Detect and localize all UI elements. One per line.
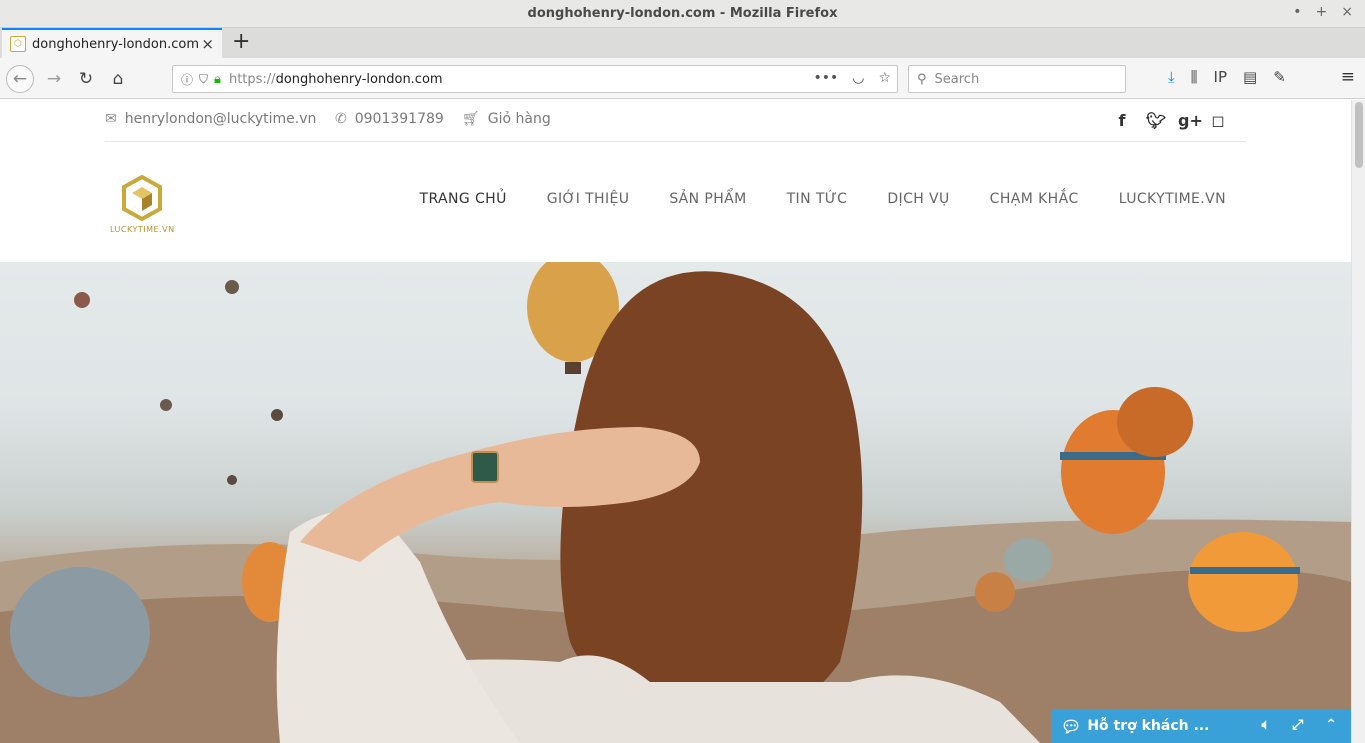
reload-button[interactable]: ↻: [72, 65, 100, 93]
search-bar[interactable]: ⚲ Search: [908, 65, 1126, 93]
email-text: henrylondon@luckytime.vn: [124, 111, 317, 127]
forward-button[interactable]: →: [40, 65, 68, 93]
tab-title: donghohenry-london.com: [32, 36, 200, 52]
phone-contact[interactable]: ✆ 0901391789: [335, 111, 444, 127]
cart-link[interactable]: 🛒︎ Giỏ hàng: [462, 111, 551, 127]
social-links: f 🐦︎ g+ ◻: [1114, 111, 1226, 130]
phone-text: 0901391789: [354, 111, 444, 127]
page-actions-icon[interactable]: •••: [813, 70, 838, 86]
chat-bubble-icon: 💬︎: [1061, 716, 1082, 736]
nav-about[interactable]: GIỚI THIỆU: [547, 191, 630, 207]
nav-home[interactable]: TRANG CHỦ: [420, 191, 507, 207]
web-page: ✉ henrylondon@luckytime.vn ✆ 0901391789 …: [0, 100, 1351, 743]
home-button[interactable]: ⌂: [104, 65, 132, 93]
window-titlebar: donghohenry-london.com - Mozilla Firefox…: [0, 0, 1365, 28]
pocket-icon[interactable]: ◡: [852, 70, 864, 86]
lock-icon[interactable]: 🔒︎: [214, 72, 221, 87]
search-placeholder: Search: [934, 71, 980, 87]
search-icon: ⚲: [917, 71, 927, 87]
nav-luckytime[interactable]: LUCKYTIME.VN: [1119, 191, 1226, 207]
tracking-shield-icon[interactable]: ⛉: [199, 72, 208, 87]
scrollbar-thumb[interactable]: [1355, 102, 1363, 168]
url-bar[interactable]: ⓘ ⛉ 🔒︎ https:// donghohenry-london.com •…: [172, 65, 898, 93]
nav-services[interactable]: DỊCH VỤ: [887, 191, 949, 207]
extension-icon[interactable]: ✎: [1273, 68, 1286, 86]
facebook-icon[interactable]: f: [1114, 111, 1130, 130]
main-navigation: TRANG CHỦ GIỚI THIỆU SẢN PHẨM TIN TỨC DỊ…: [420, 191, 1226, 207]
url-host: donghohenry-london.com: [275, 71, 443, 87]
nav-products[interactable]: SẢN PHẨM: [669, 191, 746, 207]
hero-banner-image: [0, 262, 1351, 743]
maximize-button[interactable]: +: [1316, 4, 1328, 20]
sidebar-icon[interactable]: ▤: [1243, 68, 1257, 86]
window-title: donghohenry-london.com - Mozilla Firefox: [527, 6, 838, 21]
bookmark-star-icon[interactable]: ☆: [878, 70, 891, 86]
minimize-button[interactable]: •: [1293, 4, 1301, 20]
sound-icon[interactable]: 🔈︎: [1262, 717, 1270, 733]
library-icon[interactable]: ⫼: [1191, 68, 1198, 86]
navigation-toolbar: ← → ↻ ⌂ ⓘ ⛉ 🔒︎ https:// donghohenry-lond…: [0, 58, 1365, 99]
toolbar-icons: ⤓ ⫼ IP ▤ ✎: [1168, 68, 1286, 86]
window-controls: • + ×: [1293, 4, 1353, 20]
downloads-icon[interactable]: ⤓: [1168, 68, 1175, 86]
hamburger-menu-icon[interactable]: ≡: [1341, 67, 1355, 87]
close-window-button[interactable]: ×: [1341, 4, 1353, 20]
site-logo[interactable]: LUCKYTIME.VN: [110, 173, 174, 237]
google-plus-icon[interactable]: g+: [1178, 111, 1203, 130]
nav-news[interactable]: TIN TỨC: [787, 191, 848, 207]
nav-engraving[interactable]: CHẠM KHẮC: [990, 191, 1079, 207]
chevron-up-icon[interactable]: ⌃: [1325, 717, 1337, 733]
phone-icon: ✆: [335, 111, 347, 127]
site-header: LUCKYTIME.VN TRANG CHỦ GIỚI THIỆU SẢN PH…: [0, 143, 1351, 261]
site-topbar: ✉ henrylondon@luckytime.vn ✆ 0901391789 …: [105, 100, 1246, 142]
hexagon-logo-icon: [122, 174, 162, 222]
back-button[interactable]: ←: [6, 65, 34, 93]
hero-illustration: [0, 262, 1351, 743]
cart-icon: 🛒︎: [462, 111, 480, 127]
chat-controls: 🔈︎ ⤢ ⌃: [1262, 717, 1337, 733]
logo-text: LUCKYTIME.VN: [110, 225, 175, 234]
instagram-icon[interactable]: ◻: [1210, 111, 1226, 130]
email-contact[interactable]: ✉ henrylondon@luckytime.vn: [105, 111, 316, 127]
twitter-icon[interactable]: 🐦︎: [1146, 111, 1166, 130]
chat-label: Hỗ trợ khách ...: [1087, 718, 1210, 734]
url-protocol: https://: [228, 71, 276, 87]
info-icon[interactable]: ⓘ: [181, 71, 193, 88]
tab-close-button[interactable]: ×: [201, 35, 214, 53]
tab-bar: ⬡ donghohenry-london.com × +: [0, 28, 1365, 58]
urlbar-actions: ••• ◡ ☆: [813, 70, 891, 86]
tab-active[interactable]: ⬡ donghohenry-london.com ×: [2, 28, 222, 58]
new-tab-button[interactable]: +: [232, 29, 250, 54]
cart-text: Giỏ hàng: [487, 111, 551, 127]
page-scrollbar[interactable]: [1351, 100, 1365, 743]
ip-addon-icon[interactable]: IP: [1214, 68, 1227, 86]
site-favicon-icon: ⬡: [10, 36, 26, 52]
envelope-icon: ✉: [105, 111, 117, 127]
expand-icon[interactable]: ⤢: [1292, 717, 1303, 733]
support-chat-widget[interactable]: 💬︎ Hỗ trợ khách ... 🔈︎ ⤢ ⌃: [1051, 709, 1351, 743]
